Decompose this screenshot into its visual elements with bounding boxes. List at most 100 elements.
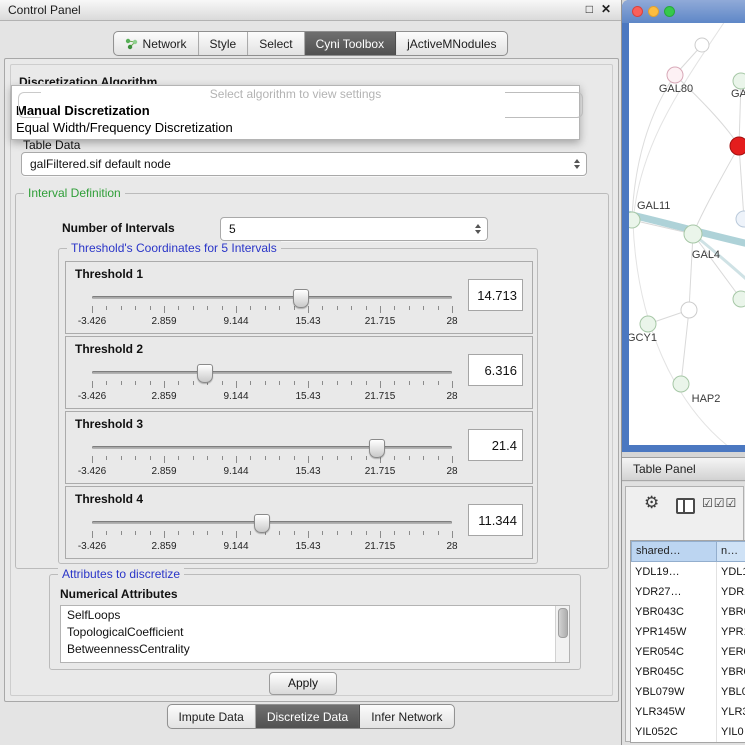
network-node[interactable]	[695, 38, 709, 52]
table-row[interactable]: YDL19…YDL1	[631, 562, 745, 582]
number-of-intervals-combobox[interactable]: 5	[220, 217, 488, 241]
slider-tick	[380, 381, 381, 388]
table-data-combobox[interactable]: galFiltered.sif default node	[21, 152, 587, 176]
network-node[interactable]	[640, 316, 656, 332]
numerical-attributes-label: Numerical Attributes	[60, 587, 178, 601]
network-node[interactable]	[684, 225, 702, 243]
slider-thumb[interactable]	[197, 364, 213, 383]
tab-network[interactable]: Network	[114, 32, 199, 55]
attributes-listbox[interactable]: SelfLoopsTopologicalCoefficientBetweenne…	[60, 605, 570, 663]
network-node[interactable]	[673, 376, 689, 392]
slider-tick-label: 15.43	[295, 391, 320, 402]
slider-tick-label: 28	[446, 541, 457, 552]
network-node[interactable]	[681, 302, 697, 318]
threshold-value-field[interactable]: 14.713	[468, 279, 523, 311]
table-row[interactable]: YPR145WYPR1	[631, 622, 745, 642]
network-window-titlebar[interactable]	[622, 0, 745, 23]
threshold-slider[interactable]: -3.4262.8599.14415.4321.71528	[92, 363, 452, 405]
apply-button[interactable]: Apply	[269, 672, 337, 695]
application: Control Panel □ ✕ NetworkStyleSelectCyni…	[0, 0, 745, 745]
network-node[interactable]	[629, 212, 640, 228]
close-icon[interactable]: ✕	[601, 2, 611, 16]
table-row[interactable]: YBR045CYBR0	[631, 662, 745, 682]
slider-tick	[106, 531, 107, 535]
zoom-traffic-light-icon[interactable]	[664, 6, 675, 17]
threshold-slider[interactable]: -3.4262.8599.14415.4321.71528	[92, 513, 452, 555]
column-header[interactable]: shared…	[631, 541, 717, 562]
slider-tick	[294, 381, 295, 385]
column-header[interactable]: n…	[717, 541, 745, 562]
network-icon	[125, 38, 138, 50]
algorithm-option[interactable]: Equal Width/Frequency Discretization	[12, 119, 579, 136]
slider-tick	[164, 381, 165, 388]
threshold-slider[interactable]: -3.4262.8599.14415.4321.71528	[92, 438, 452, 480]
slider-tick-label: -3.426	[78, 316, 106, 327]
slider-tick-label: 9.144	[223, 391, 248, 402]
slider-tick	[222, 531, 223, 535]
network-node[interactable]	[667, 67, 683, 83]
network-node[interactable]	[730, 137, 745, 155]
tab-style[interactable]: Style	[199, 32, 249, 55]
table-row[interactable]: YDR27…YDR2	[631, 582, 745, 602]
threshold-value-field[interactable]: 6.316	[468, 354, 523, 386]
columns-icon[interactable]	[676, 498, 695, 514]
slider-tick	[438, 531, 439, 535]
table-row[interactable]: YBL079WYBL0	[631, 682, 745, 702]
attribute-item[interactable]: TopologicalCoefficient	[61, 623, 569, 640]
table-row[interactable]: YER054CYER0	[631, 642, 745, 662]
table-row[interactable]: YIL052CYIL0	[631, 722, 745, 742]
table-row[interactable]: YLR345WYLR3	[631, 702, 745, 722]
close-traffic-light-icon[interactable]	[632, 6, 643, 17]
minimize-traffic-light-icon[interactable]	[648, 6, 659, 17]
thresholds-container: Threshold 1-3.4262.8599.14415.4321.71528…	[59, 249, 537, 563]
slider-tick	[250, 381, 251, 385]
slider-tick	[236, 306, 237, 313]
checkbox-icon[interactable]: ☑	[726, 496, 737, 510]
network-node[interactable]	[733, 73, 745, 89]
list-scrollbar[interactable]	[555, 606, 569, 662]
tab-discretize-data[interactable]: Discretize Data	[256, 705, 360, 728]
gear-icon[interactable]: ⚙	[644, 493, 659, 513]
tab-infer-network[interactable]: Infer Network	[360, 705, 453, 728]
attributes-list: SelfLoopsTopologicalCoefficientBetweenne…	[61, 606, 569, 657]
checkbox-icon[interactable]: ☑	[702, 496, 713, 510]
network-node[interactable]	[733, 291, 745, 307]
threshold-value-field[interactable]: 11.344	[468, 504, 523, 536]
table-row[interactable]: YBR043CYBR0	[631, 602, 745, 622]
table-cell: YDR27…	[631, 582, 717, 602]
slider-tick	[452, 531, 453, 538]
table-panel-header[interactable]: Table Panel	[622, 457, 745, 481]
algorithm-dropdown-popup: Select algorithm to view settings Manual…	[11, 85, 580, 140]
tab-select[interactable]: Select	[248, 32, 304, 55]
algorithm-placeholder: Select algorithm to view settings	[12, 86, 579, 102]
slider-tick	[92, 306, 93, 313]
table-cell: YDR2	[717, 582, 745, 602]
attribute-item[interactable]: SelfLoops	[61, 606, 569, 623]
slider-thumb[interactable]	[293, 289, 309, 308]
attribute-item[interactable]: BetweennessCentrality	[61, 640, 569, 657]
combobox-value: galFiltered.sif default node	[30, 153, 171, 175]
tab-impute-data[interactable]: Impute Data	[167, 705, 255, 728]
slider-tick	[207, 531, 208, 535]
threshold-slider[interactable]: -3.4262.8599.14415.4321.71528	[92, 288, 452, 330]
slider-thumb[interactable]	[369, 439, 385, 458]
algorithm-options: Manual DiscretizationEqual Width/Frequen…	[12, 102, 579, 136]
network-node[interactable]	[736, 211, 745, 227]
network-node-label: GAL80	[659, 83, 693, 95]
slider-thumb[interactable]	[254, 514, 270, 533]
checkbox-icon[interactable]: ☑	[714, 496, 725, 510]
network-canvas[interactable]: GAL80GAGAL11GAL4GCY1HAP2	[629, 23, 745, 445]
table-cell: YER0	[717, 642, 745, 662]
threshold-label: Threshold 4	[75, 492, 143, 506]
tab-cyni-toolbox[interactable]: Cyni Toolbox	[305, 32, 396, 55]
scrollbar-thumb[interactable]	[558, 608, 568, 638]
algorithm-option[interactable]: Manual Discretization	[12, 102, 579, 119]
slider-tick	[222, 381, 223, 385]
float-window-icon[interactable]: □	[586, 2, 593, 16]
tab-jactivemnodules[interactable]: jActiveMNodules	[396, 32, 507, 55]
slider-tick	[265, 306, 266, 310]
slider-tick	[308, 381, 309, 388]
slider-tick	[394, 456, 395, 460]
threshold-value-field[interactable]: 21.4	[468, 429, 523, 461]
slider-tick	[178, 306, 179, 310]
